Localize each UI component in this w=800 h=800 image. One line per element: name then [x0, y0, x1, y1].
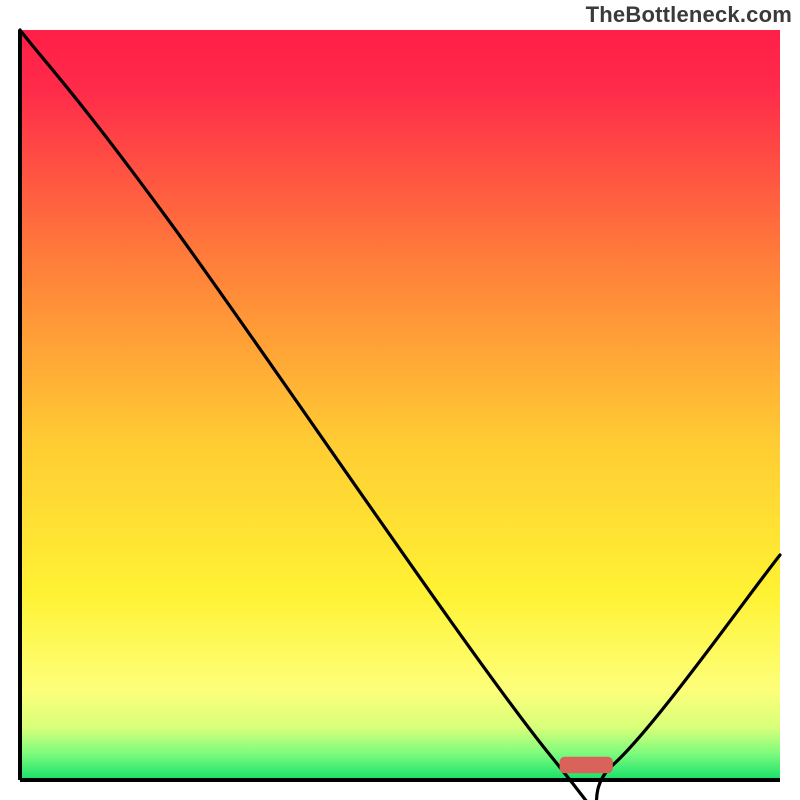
watermark-text: TheBottleneck.com [586, 2, 792, 28]
chart-canvas [0, 0, 800, 800]
plot-background [20, 30, 780, 780]
bottleneck-chart: TheBottleneck.com [0, 0, 800, 800]
optimal-range-marker [560, 757, 613, 774]
